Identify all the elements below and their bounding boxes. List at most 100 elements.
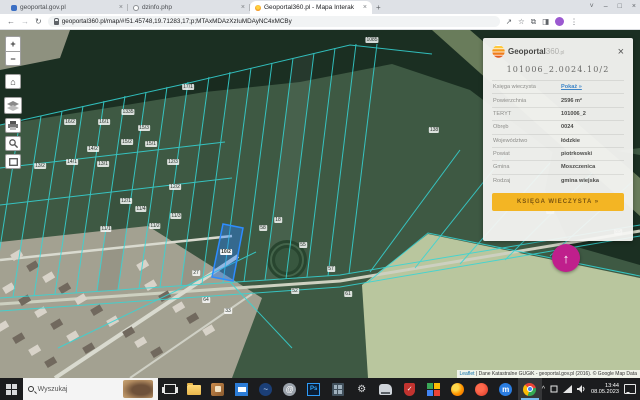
chrome-button[interactable] — [518, 378, 542, 400]
home-button[interactable]: ⌂ — [5, 74, 21, 89]
forward-button[interactable]: → — [21, 17, 29, 26]
map-attribution: Leaflet | Dane Katastralne GUGiK - geopo… — [457, 370, 640, 378]
search-highlight-image[interactable] — [123, 380, 153, 398]
maxthon-icon: m — [499, 383, 512, 396]
parcel-number-label: 52 — [291, 288, 299, 294]
url-text: geoportal360.pl/map/#!51.45748,19.71283,… — [62, 18, 292, 25]
firefox-button[interactable] — [446, 378, 470, 400]
gray-app-button[interactable] — [374, 378, 398, 400]
parcel-number-label: 11/3 — [170, 213, 181, 219]
task-view-button[interactable] — [158, 378, 182, 400]
row-label: Województwo — [493, 138, 561, 144]
parcel-number-label: 15/1 — [145, 141, 157, 147]
row-label: Obręb — [493, 124, 561, 130]
task-view-icon — [164, 384, 176, 394]
window-minimize-button[interactable]: – — [604, 3, 608, 10]
color-grid-app-button[interactable] — [422, 378, 446, 400]
parcel-number-label: 55 — [299, 242, 307, 248]
map-search-button[interactable] — [5, 136, 21, 151]
tab-search-chevron-icon[interactable]: ˅ — [590, 3, 594, 10]
row-label: Powiat — [493, 151, 561, 157]
parcel-number-label: 17/1 — [182, 84, 194, 90]
window-maximize-button[interactable]: □ — [618, 3, 622, 10]
bookmark-star-icon[interactable]: ☆ — [518, 17, 525, 26]
parcel-number-label: 11/1 — [100, 226, 111, 232]
ksiega-wieczysta-button[interactable]: KSIĘGA WIECZYSTA » — [492, 193, 624, 211]
swirl-icon: @ — [283, 383, 296, 396]
parcel-number-label: 11/2 — [149, 223, 160, 229]
browser-tab[interactable]: Geoportal360.pl - Mapa Interak× — [250, 1, 372, 14]
network-icon[interactable] — [563, 385, 572, 393]
chrome-icon — [523, 383, 536, 396]
parcel-info-row: Rodzajgmina wiejska — [492, 174, 624, 187]
row-label: Gmina — [493, 164, 561, 170]
parcel-number-label: 15/3 — [138, 125, 150, 131]
share-icon[interactable]: ↗ — [506, 17, 512, 26]
fullscreen-button[interactable] — [5, 154, 21, 169]
panel-close-icon[interactable]: × — [618, 47, 624, 57]
zoom-out-button[interactable]: − — [5, 51, 21, 66]
tab-favicon — [255, 5, 261, 11]
browser-tab-strip: geoportal.gov.pl×dzinfo.php×Geoportal360… — [0, 0, 640, 14]
parcel-number-label: 57 — [327, 266, 335, 272]
taskbar-clock[interactable]: 13:44 08.05.2023 — [591, 383, 619, 396]
print-button[interactable] — [5, 118, 21, 133]
tray-chevron-up-icon[interactable]: ^ — [542, 386, 545, 393]
new-tab-button[interactable]: + — [376, 3, 381, 14]
window-close-button[interactable]: × — [632, 3, 636, 10]
profile-avatar[interactable] — [555, 17, 564, 26]
zoom-in-button[interactable]: + — [5, 36, 21, 51]
mail-app-button[interactable] — [230, 378, 254, 400]
photos-icon — [211, 383, 224, 396]
antivirus-button[interactable]: ✓ — [398, 378, 422, 400]
extensions-icon[interactable]: ⧉ — [531, 17, 536, 27]
address-bar[interactable]: geoportal360.pl/map/#!51.45748,19.71283,… — [48, 16, 500, 27]
parcel-number-label: 15/2 — [121, 139, 133, 145]
tab-close-icon[interactable]: × — [119, 4, 123, 11]
printer-icon — [8, 121, 18, 130]
browser-menu-icon[interactable]: ⋮ — [570, 17, 578, 26]
parcel-info-row: Obręb0024 — [492, 120, 624, 133]
parcel-number-label: 64 — [202, 297, 210, 303]
taskbar-search-box[interactable]: Wyszukaj — [23, 378, 158, 400]
tab-close-icon[interactable]: × — [363, 4, 367, 11]
back-button[interactable]: ← — [7, 17, 15, 26]
red-app-button[interactable] — [470, 378, 494, 400]
map-controls: + − ⌂ — [4, 36, 22, 169]
parcel-number-label: 14/2 — [87, 146, 99, 152]
row-value-link[interactable]: Pokaż » — [561, 84, 623, 90]
scroll-up-button[interactable]: ↑ — [552, 244, 580, 272]
parcel-number-label: 16/2 — [64, 119, 76, 125]
paint-app-button[interactable]: @ — [278, 378, 302, 400]
row-value: 2596 m² — [561, 98, 623, 104]
tab-close-icon[interactable]: × — [241, 4, 245, 11]
mail-icon — [235, 383, 248, 396]
layers-button[interactable] — [4, 97, 22, 114]
parcel-number-label: 12/1 — [120, 198, 132, 204]
browser-tab[interactable]: dzinfo.php× — [128, 1, 250, 14]
file-explorer-button[interactable] — [182, 378, 206, 400]
parcel-number-label: 27 — [192, 270, 200, 276]
tray-pen-icon[interactable] — [550, 385, 558, 393]
parcel-number-label: 12/3 — [167, 159, 179, 165]
leaflet-link[interactable]: Leaflet — [460, 371, 475, 377]
notification-center-icon[interactable] — [624, 384, 636, 394]
map-viewport[interactable]: 1335108516/216/115/315/215/114/214/113/2… — [0, 30, 640, 378]
calculator-button[interactable] — [326, 378, 350, 400]
photoshop-button[interactable]: Ps — [302, 378, 326, 400]
volume-icon[interactable] — [577, 385, 586, 393]
parcel-number-label: 16/1 — [98, 119, 110, 125]
settings-button[interactable]: ⚙ — [350, 378, 374, 400]
selected-parcel-label: 10/2 — [220, 249, 232, 255]
maxthon-button[interactable]: m — [494, 378, 518, 400]
browser-tab[interactable]: geoportal.gov.pl× — [6, 1, 128, 14]
parcel-number-label: 18 — [274, 217, 282, 223]
side-panel-icon[interactable]: ◨ — [542, 17, 549, 26]
row-value: gmina wiejska — [561, 178, 623, 184]
thunderbird-button[interactable]: ~ — [254, 378, 278, 400]
start-button[interactable] — [0, 378, 23, 400]
parcel-number-label: 1335 — [121, 109, 134, 115]
browser-toolbar: ← → ↻ geoportal360.pl/map/#!51.45748,19.… — [0, 14, 640, 30]
reload-button[interactable]: ↻ — [35, 17, 42, 26]
photos-app-button[interactable] — [206, 378, 230, 400]
